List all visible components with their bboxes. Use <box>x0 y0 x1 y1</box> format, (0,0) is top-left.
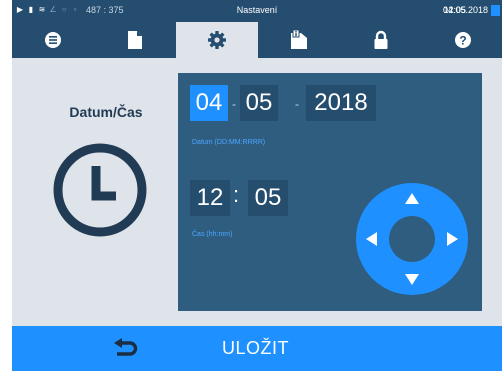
tab-lock[interactable] <box>340 22 422 58</box>
tab-help[interactable]: ? <box>422 22 502 58</box>
date-caption: Datum (DD:MM:RRRR) <box>192 139 266 146</box>
tab-info[interactable] <box>258 22 340 58</box>
page-title: Datum/Čas <box>69 104 143 120</box>
help-icon: ? <box>455 32 471 48</box>
hours-field[interactable]: 12 <box>190 180 230 216</box>
save-button[interactable]: ULOŽIT <box>222 326 289 371</box>
month-field[interactable]: 05 <box>240 85 278 121</box>
date-separator: - <box>295 97 299 111</box>
datetime-panel: 04 - 05 - 2018 Datum (DD:MM:RRRR) 12 : 0… <box>178 73 482 311</box>
tab-menu[interactable] <box>12 22 94 58</box>
year-field[interactable]: 2018 <box>306 85 376 121</box>
tab-settings[interactable] <box>176 22 258 58</box>
day-field[interactable]: 04 <box>190 85 228 121</box>
alert-indicator <box>491 5 500 16</box>
svg-text:?: ? <box>459 33 466 47</box>
list-icon <box>45 32 61 48</box>
date-separator: - <box>232 97 236 111</box>
navigation-pad <box>356 183 468 295</box>
tab-bar: ? <box>12 22 502 58</box>
clock-icon <box>53 143 147 237</box>
screen: ▶ ▮ ≋ ∠ ○ ▫ 487 : 375 Nastavení 12:05 04… <box>12 0 502 371</box>
time-caption: Čas (hh:mm) <box>192 231 233 238</box>
info-document-icon <box>291 30 307 49</box>
back-arrow-icon <box>114 337 138 356</box>
lock-icon <box>374 30 388 49</box>
status-bar: ▶ ▮ ≋ ∠ ○ ▫ 487 : 375 Nastavení 12:05 04… <box>12 0 502 22</box>
bottom-bar: ULOŽIT <box>12 326 502 371</box>
navigation-pad-center <box>389 216 435 262</box>
document-icon <box>128 31 142 49</box>
tab-documents[interactable] <box>94 22 176 58</box>
back-button[interactable] <box>96 326 156 371</box>
minutes-field[interactable]: 05 <box>248 180 288 216</box>
status-date: 04.05.2018 <box>442 5 488 15</box>
time-separator: : <box>233 182 240 207</box>
status-title: Nastavení <box>236 5 278 15</box>
gear-icon <box>208 31 226 49</box>
